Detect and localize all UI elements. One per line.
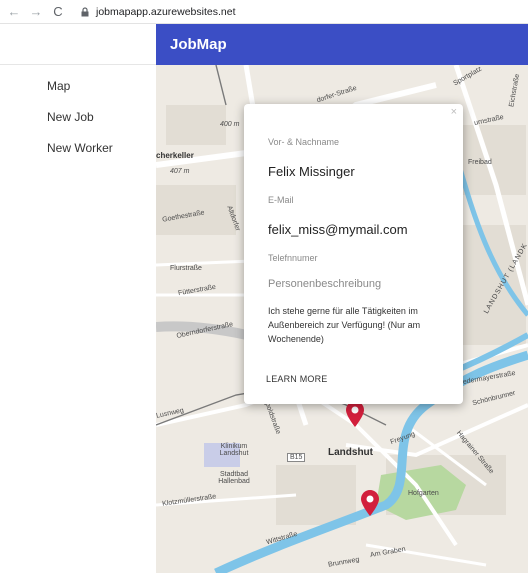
sidebar-header — [0, 24, 156, 65]
sidebar-item-new-job[interactable]: New Job — [0, 102, 156, 133]
lock-icon — [81, 6, 89, 16]
map-marker-icon[interactable] — [346, 401, 364, 427]
address-bar[interactable]: jobmapapp.azurewebsites.net — [96, 6, 236, 18]
back-icon[interactable]: ← — [6, 4, 22, 19]
name-value: Felix Missinger — [268, 164, 355, 179]
map-label-landshut-city: Landshut — [328, 447, 373, 458]
learn-more-button[interactable]: LEARN MORE — [266, 374, 328, 384]
sidebar-item-map[interactable]: Map — [0, 71, 156, 102]
map-marker-icon[interactable] — [361, 490, 379, 516]
map-label-b15: B15 — [287, 453, 306, 462]
forward-icon[interactable]: → — [28, 4, 44, 19]
email-label: E-Mail — [268, 195, 294, 205]
map-label-freibad: Freibad — [468, 159, 492, 166]
sidebar: Map New Job New Worker — [0, 24, 156, 573]
map-label-hofgarten: Hofgarten — [408, 490, 439, 497]
reload-icon[interactable]: C — [50, 4, 66, 19]
worker-popup-card: × Vor- & Nachname Felix Missinger E-Mail… — [244, 104, 463, 404]
app-header: JobMap — [156, 24, 528, 65]
map-label-kerkeller: cherkeller — [156, 151, 194, 160]
email-value: felix_miss@mymail.com — [268, 222, 408, 237]
map-label-stadtbad: Stadtbad Hallenbad — [218, 471, 250, 485]
description-label: Personenbeschreibung — [268, 278, 382, 290]
close-icon[interactable]: × — [451, 106, 457, 118]
browser-toolbar: ← → C jobmapapp.azurewebsites.net — [0, 0, 528, 24]
map-label-elevation-407: 407 m — [170, 168, 190, 175]
phone-label: Telefnnumer — [268, 253, 318, 263]
map-label-elevation-400: 400 m — [220, 121, 240, 128]
sidebar-item-new-worker[interactable]: New Worker — [0, 133, 156, 164]
name-label: Vor- & Nachname — [268, 137, 340, 147]
map-label-klinikum: Klinikum Landshut — [219, 443, 249, 457]
map-label-flurstrasse: Flurstraße — [170, 265, 202, 272]
description-value: Ich stehe gerne für alle Tätigkeiten im … — [268, 306, 421, 344]
app-title: JobMap — [170, 36, 227, 53]
